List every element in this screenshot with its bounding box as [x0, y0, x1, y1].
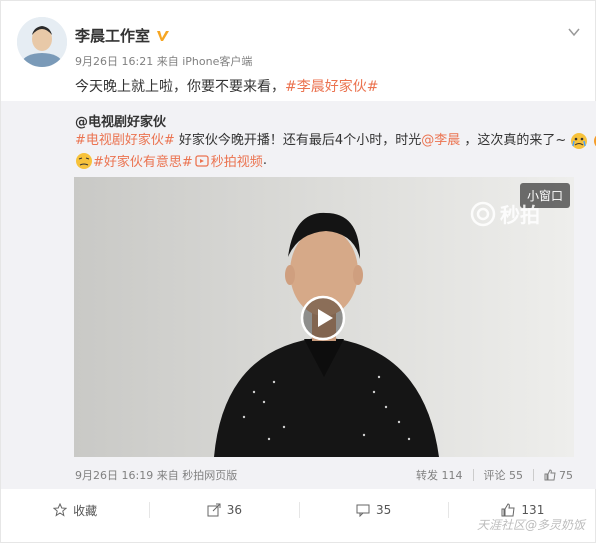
- repost-text-line1: #电视剧好家伙# 好家伙今晚开播！还有最后4个小时，时光@李晨 ，这次真的来了~: [75, 129, 596, 150]
- author-name[interactable]: 李晨工作室: [75, 25, 150, 46]
- post-text: 今天晚上就上啦，你要不要来看，#李晨好家伙#: [75, 76, 378, 96]
- repost-stats: 转发 114 评论 55 75: [416, 467, 573, 483]
- repost-hashtag-1[interactable]: #电视剧好家伙#: [75, 133, 175, 148]
- post-body: 今天晚上就上啦，你要不要来看，: [75, 79, 285, 95]
- divider: [472, 469, 474, 481]
- comment-count-action: 35: [375, 503, 392, 517]
- comment-count: 55: [509, 469, 523, 482]
- source-prefix: 来自: [156, 55, 179, 68]
- repost-source[interactable]: 秒拍网页版: [182, 469, 237, 482]
- repost-source-prefix: 来自: [156, 469, 179, 482]
- forward-label: 转发: [416, 469, 438, 482]
- like-count: 75: [559, 468, 573, 482]
- post-meta: 9月26日 16:21 来自 iPhone客户端: [75, 53, 252, 69]
- like-count-action: 131: [521, 503, 545, 517]
- line2-end: .: [262, 153, 267, 168]
- footer-watermark: 天涯社区@多灵奶饭: [476, 518, 585, 532]
- watermark-text: 秒拍: [500, 203, 540, 227]
- weibo-card: 李晨工作室 9月26日 16:21 来自 iPhone客户端 今天晚上就上啦，你…: [0, 0, 596, 543]
- repost-forward[interactable]: 转发 114: [416, 467, 463, 483]
- repost-time[interactable]: 9月26日 16:19: [75, 469, 153, 482]
- repost-text-1: 好家伙今晚开播！还有最后4个小时，时光: [174, 133, 422, 148]
- thumbs-up-icon: [544, 469, 556, 481]
- repost-hashtag-2[interactable]: #好家伙有意思#: [93, 151, 193, 170]
- share-button[interactable]: 36: [150, 502, 300, 518]
- divider: [533, 469, 534, 481]
- repost-box: @电视剧好家伙 #电视剧好家伙# 好家伙今晚开播！还有最后4个小时，时光@李晨 …: [1, 101, 596, 489]
- post-source[interactable]: iPhone客户端: [182, 55, 252, 68]
- video-link[interactable]: 秒拍视频: [211, 151, 263, 170]
- repost-mention[interactable]: @李晨: [421, 133, 460, 148]
- author-row: 李晨工作室: [75, 25, 170, 46]
- video-player[interactable]: 小窗口 秒拍: [74, 177, 574, 457]
- share-count: 36: [226, 503, 243, 517]
- video-watermark: 秒拍: [470, 199, 540, 228]
- favorite-button[interactable]: 收藏: [1, 502, 151, 518]
- link-icon: [195, 154, 209, 167]
- comment-icon: [356, 504, 370, 517]
- miaopai-logo-icon: [470, 201, 496, 226]
- chevron-down-icon[interactable]: [567, 25, 581, 39]
- sad-emoji-icon: [76, 152, 92, 169]
- comment-label: 评论: [483, 469, 506, 482]
- repost-like[interactable]: 75: [544, 469, 573, 482]
- post-hashtag[interactable]: #李晨好家伙#: [285, 79, 378, 95]
- shocked-emoji-icon: [593, 134, 596, 147]
- post-time[interactable]: 9月26日 16:21: [75, 55, 153, 68]
- star-icon: [53, 503, 68, 517]
- repost-text-2: ，这次真的来了~: [460, 133, 567, 148]
- repost-author[interactable]: @电视剧好家伙: [75, 111, 166, 130]
- thumbs-up-icon: [501, 503, 515, 517]
- forward-count: 114: [441, 469, 463, 482]
- verified-icon: [157, 30, 170, 41]
- play-icon[interactable]: [300, 295, 346, 341]
- avatar-image: [17, 17, 67, 67]
- crying-emoji-icon: [571, 132, 588, 149]
- comment-button[interactable]: 35: [300, 502, 449, 518]
- repost-comment[interactable]: 评论 55: [484, 467, 524, 483]
- repost-meta: 9月26日 16:19 来自 秒拍网页版: [75, 467, 237, 483]
- share-icon: [207, 503, 221, 517]
- avatar[interactable]: [17, 17, 67, 67]
- favorite-label: 收藏: [73, 503, 98, 518]
- repost-text-line2: #好家伙有意思# 秒拍视频 .: [75, 151, 267, 170]
